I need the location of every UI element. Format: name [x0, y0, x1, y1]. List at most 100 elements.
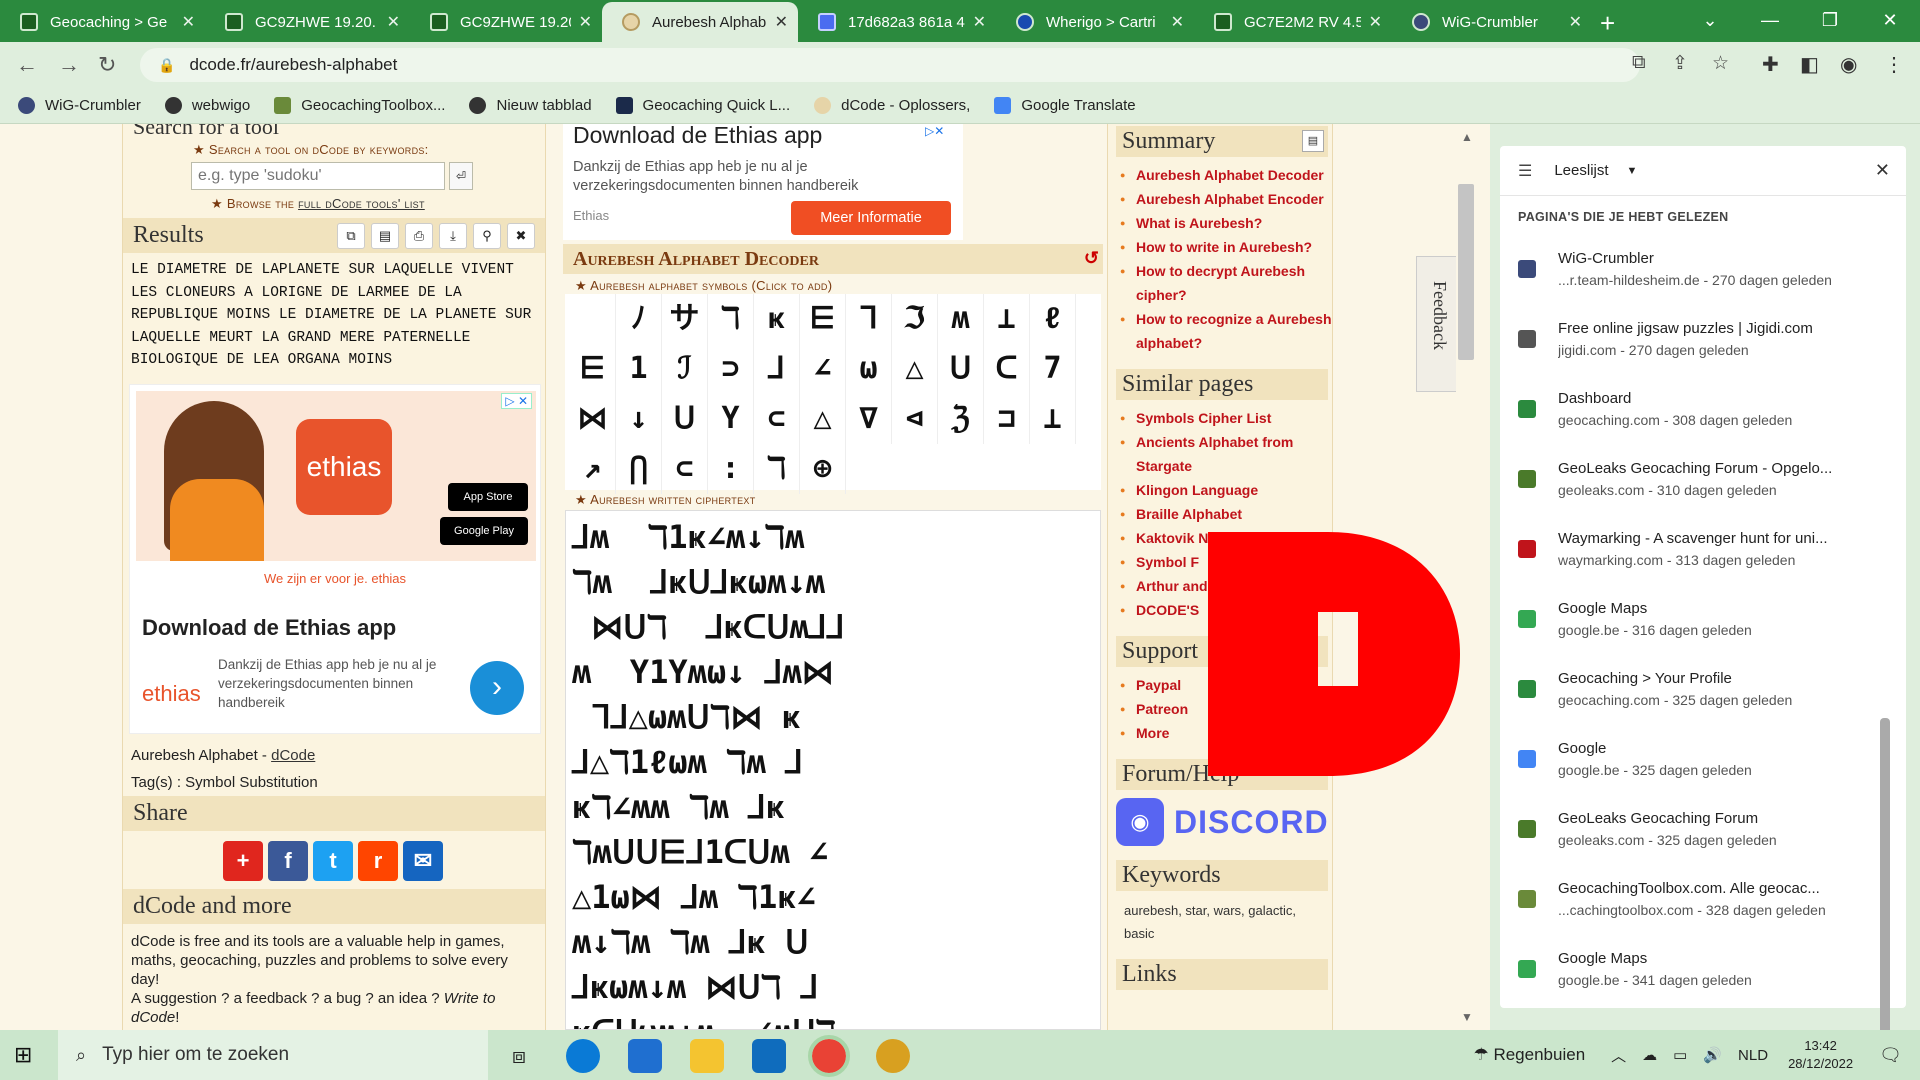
aurebesh-symbol-key[interactable]: サ: [662, 294, 708, 344]
close-panel-icon[interactable]: ✕: [1875, 160, 1890, 181]
tab-search-icon[interactable]: ⌄: [1680, 0, 1740, 42]
app-store-badge[interactable]: App Store: [448, 482, 528, 511]
aurebesh-symbol-key[interactable]: ⋈: [570, 394, 616, 444]
aurebesh-symbol-key[interactable]: 7: [1030, 344, 1076, 394]
aurebesh-symbol-key[interactable]: ∇: [846, 394, 892, 444]
aurebesh-symbol-key[interactable]: ⊕: [800, 444, 846, 494]
dropdown-caret-icon[interactable]: ▼: [1627, 165, 1638, 177]
pin-icon[interactable]: ⚲: [473, 222, 501, 249]
aurebesh-symbol-key[interactable]: ﾉ: [616, 294, 662, 344]
reading-list-item[interactable]: GeocachingToolbox.com. Alle geocac......…: [1500, 876, 1890, 946]
reading-list-item[interactable]: Waymarking - A scavenger hunt for uni...…: [1500, 526, 1890, 596]
store-icon[interactable]: [628, 1039, 662, 1073]
chrome-icon[interactable]: [808, 1035, 850, 1077]
aurebesh-symbol-key[interactable]: :: [708, 444, 754, 494]
ad-more-info-button[interactable]: Meer Informatie: [791, 201, 951, 235]
language-indicator[interactable]: NLD: [1738, 1047, 1768, 1064]
browser-tab[interactable]: GC9ZHWE 19.20. ✕: [205, 2, 410, 42]
close-window-icon[interactable]: ✕: [1860, 0, 1920, 42]
task-view-icon[interactable]: ⧈: [502, 1039, 536, 1073]
aurebesh-symbol-key[interactable]: ʍ: [938, 294, 984, 344]
addthis-icon[interactable]: +: [223, 840, 263, 881]
reading-list-item[interactable]: Google google.be - 325 dagen geleden: [1500, 736, 1890, 806]
aurebesh-symbol-key[interactable]: ℐ: [662, 344, 708, 394]
close-icon[interactable]: ✕: [973, 12, 986, 32]
email-icon[interactable]: ✉: [403, 840, 443, 881]
share-icon[interactable]: ⇪: [1672, 52, 1688, 75]
browser-tab[interactable]: WiG-Crumbler ✕: [1392, 2, 1592, 42]
similar-page-link[interactable]: Braille Alphabet: [1118, 502, 1332, 526]
lock-icon[interactable]: 🔒: [158, 57, 175, 74]
reset-icon[interactable]: ↺: [1084, 248, 1099, 269]
aurebesh-symbol-key[interactable]: ҝ: [754, 294, 800, 344]
forward-icon[interactable]: →: [58, 52, 80, 78]
back-icon[interactable]: ←: [16, 52, 38, 78]
weather-widget[interactable]: ☂ Regenbuien: [1473, 1045, 1585, 1065]
aurebesh-symbol-key[interactable]: ⋿: [800, 294, 846, 344]
bookmark[interactable]: GeocachingToolbox...: [274, 97, 445, 114]
close-icon[interactable]: ✖: [507, 222, 535, 249]
aurebesh-symbol-key[interactable]: ⋂: [616, 444, 662, 494]
extensions-icon[interactable]: ✚: [1762, 52, 1779, 77]
app-icon[interactable]: [876, 1039, 910, 1073]
reading-list-item[interactable]: Dashboard geocaching.com - 308 dagen gele…: [1500, 386, 1890, 456]
close-icon[interactable]: ✕: [1369, 12, 1382, 32]
aurebesh-symbol-key[interactable]: ᒣ: [846, 294, 892, 344]
print-icon[interactable]: ⎙: [405, 222, 433, 249]
bookmark[interactable]: webwigo: [164, 97, 250, 114]
aurebesh-symbol-key[interactable]: ω: [846, 344, 892, 394]
aurebesh-symbol-key[interactable]: ᑌ: [938, 344, 984, 394]
reading-list-item[interactable]: GeoLeaks Geocaching Forum geoleaks.com - …: [1500, 806, 1890, 876]
close-icon[interactable]: ✕: [1171, 12, 1184, 32]
aurebesh-symbol-key[interactable]: ℨ: [938, 394, 984, 444]
summary-toggle-icon[interactable]: ▤: [1302, 130, 1324, 152]
scroll-down-icon[interactable]: ▼: [1461, 1010, 1473, 1024]
search-input[interactable]: [191, 162, 445, 190]
menu-icon[interactable]: ⋮: [1884, 52, 1904, 77]
browser-tab[interactable]: Geocaching > Ge ✕: [0, 2, 205, 42]
feedback-tab[interactable]: Feedback: [1416, 256, 1460, 392]
aurebesh-symbol-key[interactable]: ℑ: [892, 294, 938, 344]
taskbar-search[interactable]: ⌕ Typ hier om te zoeken: [58, 1030, 488, 1080]
aurebesh-symbol-key[interactable]: ⅃: [754, 344, 800, 394]
side-panel-icon[interactable]: ◧: [1800, 52, 1819, 77]
reading-list-title[interactable]: Leeslijst: [1554, 162, 1608, 179]
ad-title[interactable]: Download de Ethias app: [142, 615, 396, 641]
reload-icon[interactable]: ↻: [98, 52, 116, 78]
aurebesh-symbol-key[interactable]: ⋿: [570, 344, 616, 394]
google-play-badge[interactable]: Google Play: [440, 516, 528, 545]
aurebesh-symbol-key[interactable]: ℓ: [1030, 294, 1076, 344]
bookmark[interactable]: Geocaching Quick L...: [615, 97, 790, 114]
browser-tab-active[interactable]: Aurebesh Alphab ✕: [602, 2, 798, 42]
close-icon[interactable]: ✕: [182, 12, 195, 32]
bookmark[interactable]: WiG-Crumbler: [18, 97, 141, 114]
aurebesh-symbol-key[interactable]: ⊂: [662, 444, 708, 494]
summary-link[interactable]: How to recognize a Aurebesh alphabet?: [1118, 307, 1332, 355]
new-tab-button[interactable]: +: [1600, 8, 1615, 39]
summary-link[interactable]: How to decrypt Aurebesh cipher?: [1118, 259, 1332, 307]
close-icon[interactable]: ✕: [1569, 12, 1582, 32]
summary-link[interactable]: How to write in Aurebesh?: [1118, 235, 1332, 259]
aurebesh-symbol-key[interactable]: Y: [708, 394, 754, 444]
volume-icon[interactable]: 🔊: [1703, 1046, 1722, 1064]
reading-list-item[interactable]: Google Maps google.be - 316 dagen geleden: [1500, 596, 1890, 666]
translate-icon[interactable]: ⧉: [1632, 52, 1646, 74]
ad-banner-image[interactable]: ethias App Store Google Play ▷ ✕: [136, 390, 536, 561]
aurebesh-symbol-key[interactable]: △: [800, 394, 846, 444]
similar-page-link[interactable]: Ancients Alphabet from Stargate: [1118, 430, 1332, 478]
aurebesh-symbol-key[interactable]: ↗: [570, 444, 616, 494]
tray-overflow-icon[interactable]: ︿: [1611, 1045, 1626, 1066]
search-submit-icon[interactable]: ⏎: [449, 162, 473, 190]
close-icon[interactable]: ✕: [579, 12, 592, 32]
aurebesh-symbol-key[interactable]: △: [892, 344, 938, 394]
address-bar[interactable]: 🔒 dcode.fr/aurebesh-alphabet: [140, 48, 1640, 82]
similar-page-link[interactable]: Klingon Language: [1118, 478, 1332, 502]
windows-start-icon[interactable]: ⊞: [14, 1042, 32, 1068]
summary-link[interactable]: What is Aurebesh?: [1118, 211, 1332, 235]
close-icon[interactable]: ✕: [775, 12, 788, 32]
scroll-thumb[interactable]: [1458, 184, 1474, 360]
reading-list-item[interactable]: GeoLeaks Geocaching Forum - Opgelo... geo…: [1500, 456, 1890, 526]
network-icon[interactable]: ▭: [1673, 1046, 1687, 1064]
close-icon[interactable]: ✕: [387, 12, 400, 32]
browse-tools-link[interactable]: ★ Browse the full dCode tools' list: [211, 196, 545, 212]
